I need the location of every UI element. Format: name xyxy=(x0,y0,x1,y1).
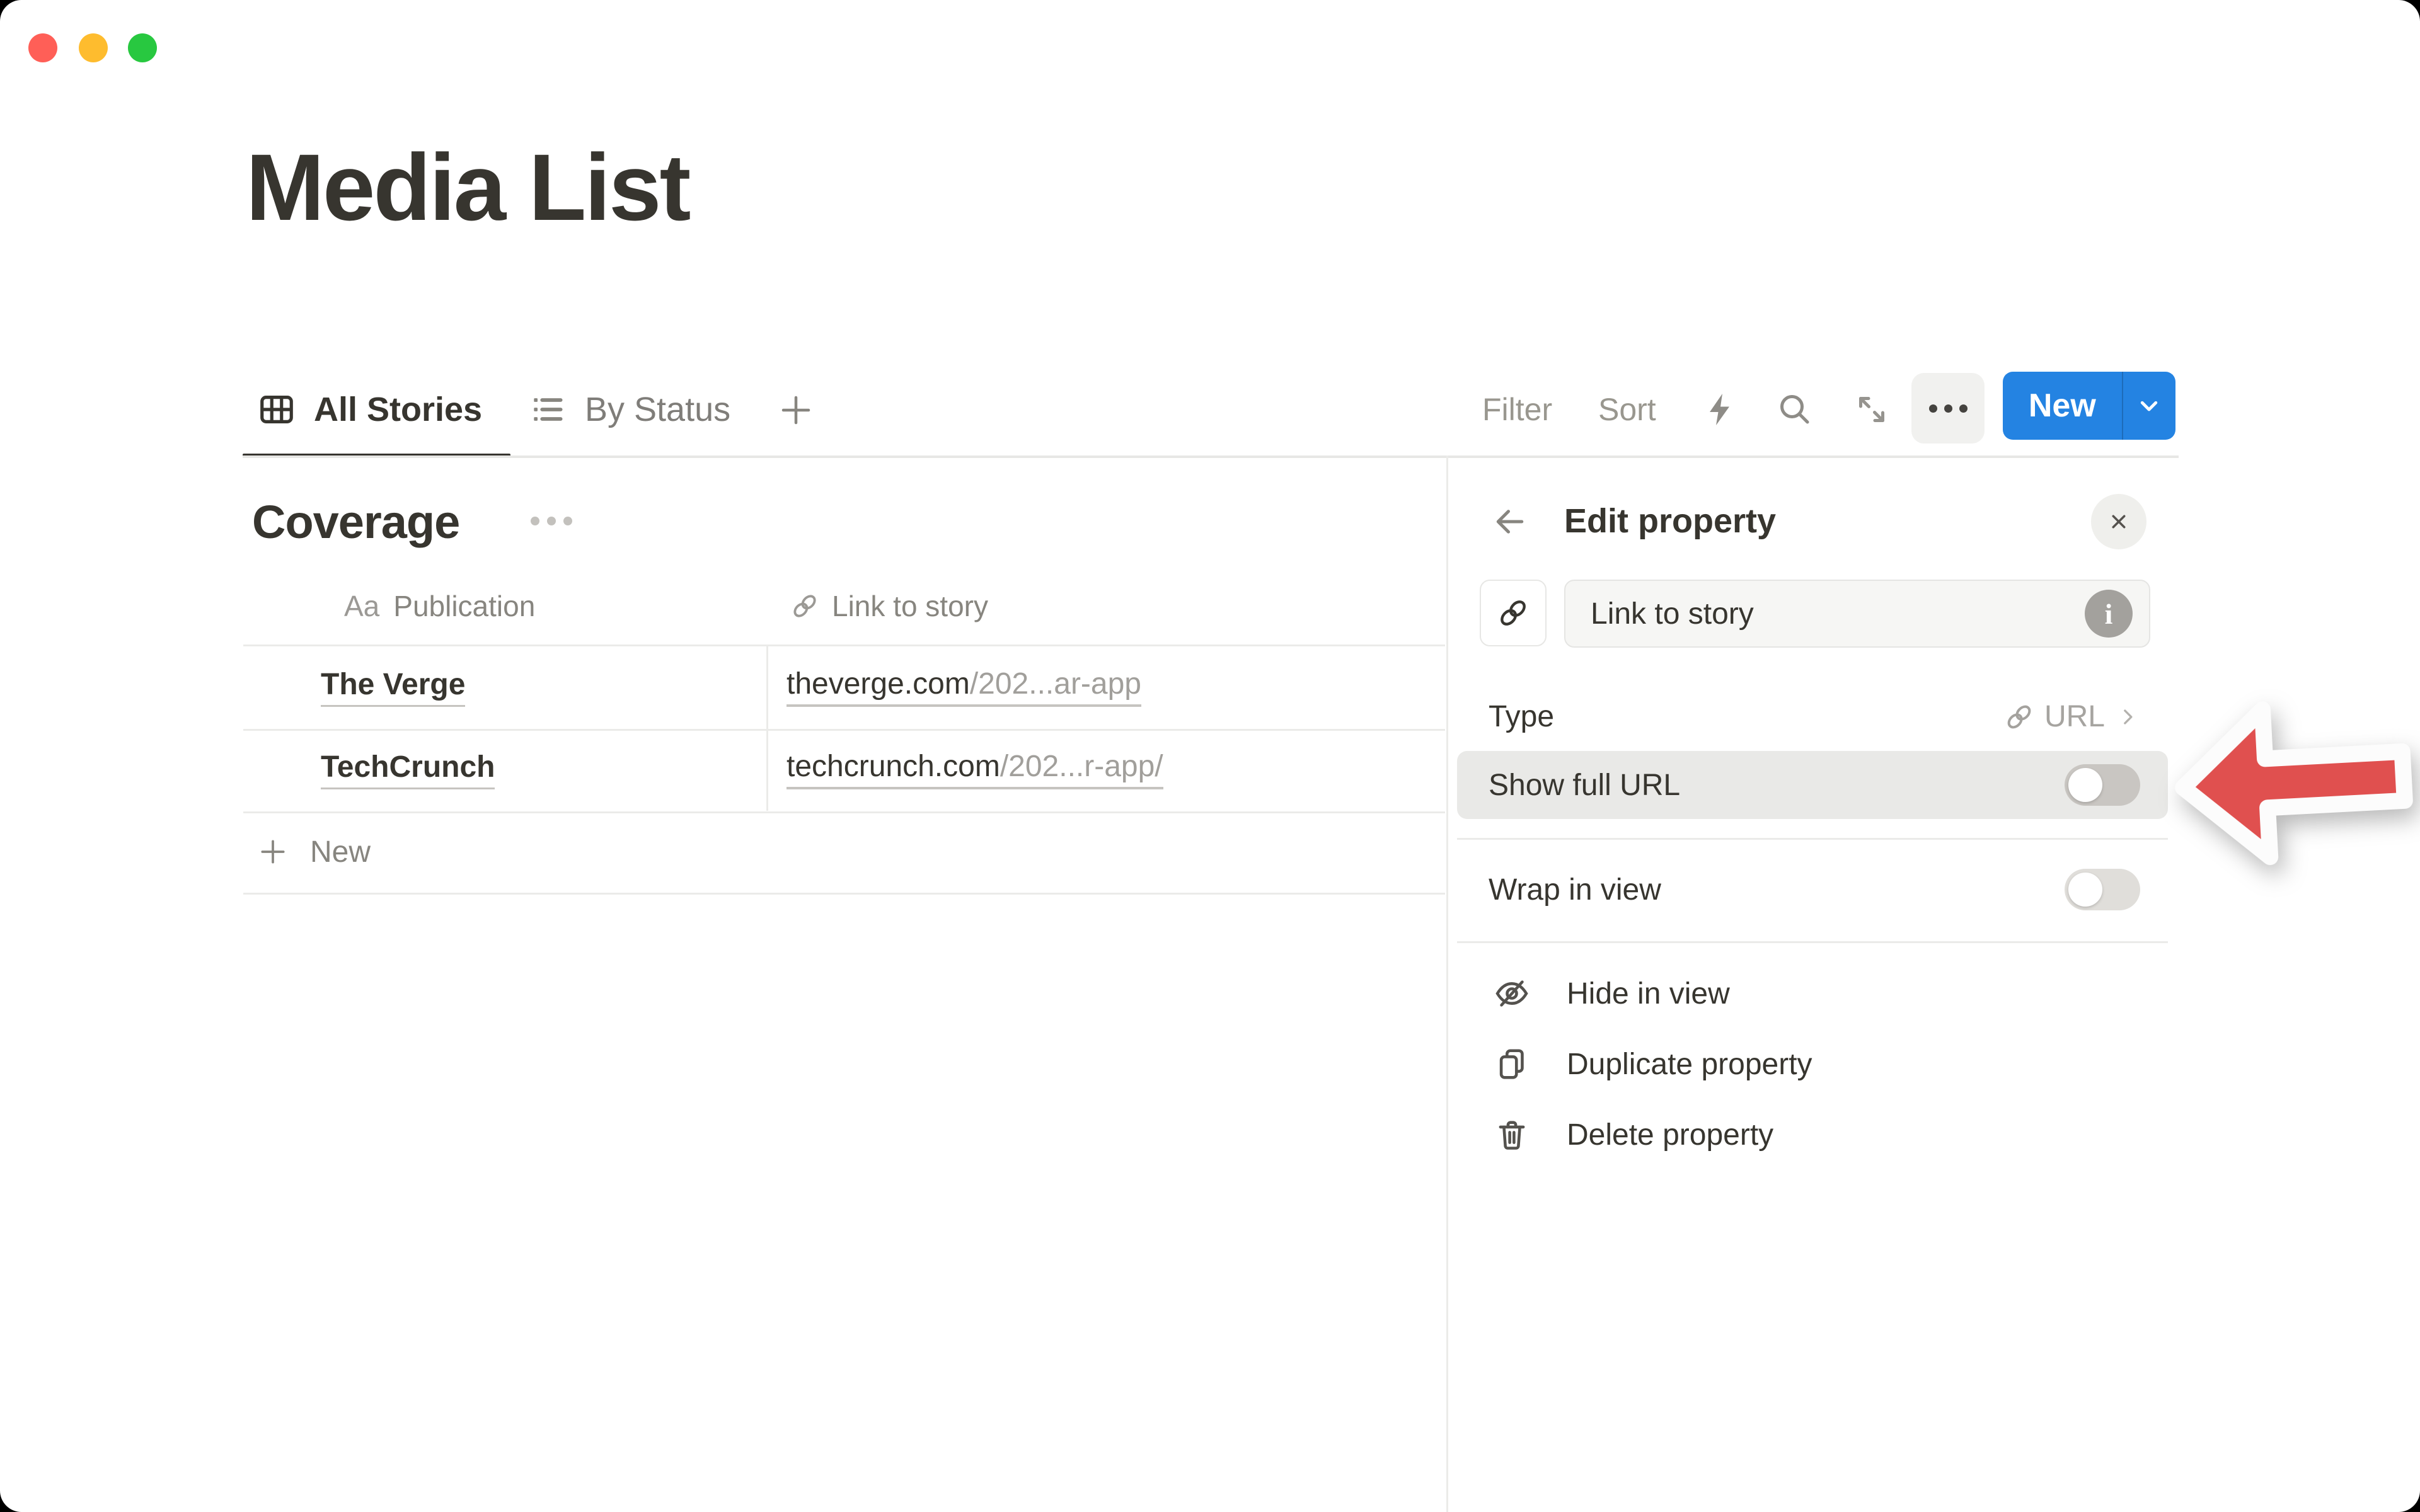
toggle-knob xyxy=(2068,768,2102,802)
url-domain: techcrunch.com xyxy=(786,750,1000,789)
menu-item-label: Delete property xyxy=(1567,1118,1773,1152)
table-row: TechCrunch techcrunch.com/202...r-app/ xyxy=(243,729,1445,813)
menu-item-delete-property[interactable]: Delete property xyxy=(1457,1099,2168,1170)
sort-button[interactable]: Sort xyxy=(1598,369,1656,450)
page-title: Media List xyxy=(246,140,689,234)
back-button arrow-left-icon[interactable] xyxy=(1491,503,1529,541)
lightning-icon[interactable] xyxy=(1702,391,1739,428)
toolbar-divider xyxy=(243,455,2179,458)
link-icon xyxy=(2004,702,2034,732)
new-button-group: New xyxy=(2003,372,2175,440)
section-more-button ellipsis-icon[interactable] xyxy=(531,517,572,525)
tab-by-status[interactable]: By Status xyxy=(528,369,730,450)
eye-off-icon xyxy=(1494,975,1530,1012)
expand-icon[interactable] xyxy=(1853,391,1891,428)
url-truncated: /202...ar-app xyxy=(970,667,1141,706)
cell-link-to-story[interactable]: theverge.com/202...ar-app xyxy=(786,646,1141,727)
property-icon-button[interactable] xyxy=(1480,580,1547,646)
type-label: Type xyxy=(1489,699,2004,734)
list-icon xyxy=(528,390,567,429)
duplicate-icon xyxy=(1494,1046,1530,1082)
new-dropdown-button[interactable] xyxy=(2122,372,2175,440)
app-window: Media List All Stories xyxy=(0,0,2420,1512)
url-truncated: /202...r-app/ xyxy=(1000,750,1163,789)
tab-label: All Stories xyxy=(314,390,482,429)
menu-item-label: Hide in view xyxy=(1567,976,1730,1011)
type-row[interactable]: Type URL xyxy=(1457,684,2168,750)
ellipsis-icon xyxy=(1929,404,1937,413)
table-header-row: Aa Publication Link to story xyxy=(243,567,1445,646)
table-row: The Verge theverge.com/202...ar-app xyxy=(243,646,1445,731)
new-row-label: New xyxy=(310,835,371,869)
property-name-input[interactable]: Link to story xyxy=(1564,580,2150,648)
table-icon xyxy=(257,390,296,429)
panel-divider xyxy=(1457,838,2168,840)
type-value: URL xyxy=(2004,699,2140,734)
cell-publication[interactable]: TechCrunch xyxy=(321,729,495,810)
filter-button[interactable]: Filter xyxy=(1482,369,1552,450)
more-options-button[interactable] xyxy=(1911,373,1985,444)
show-full-url-toggle[interactable] xyxy=(2065,764,2140,806)
show-full-url-row[interactable]: Show full URL xyxy=(1457,751,2168,819)
menu-item-duplicate-property[interactable]: Duplicate property xyxy=(1457,1029,2168,1099)
panel-left-border xyxy=(1446,455,1448,1512)
column-header-publication[interactable]: Aa Publication xyxy=(344,567,535,644)
type-value-text: URL xyxy=(2044,699,2105,734)
wrap-in-view-row[interactable]: Wrap in view xyxy=(1457,856,2168,924)
annotation-arrow-left-icon xyxy=(2169,685,2419,878)
close-button[interactable] xyxy=(2091,494,2146,549)
property-name-value: Link to story xyxy=(1591,597,2085,631)
add-view-button plus-icon[interactable] xyxy=(777,391,815,429)
new-button[interactable]: New xyxy=(2003,372,2122,440)
wrap-in-view-toggle[interactable] xyxy=(2065,869,2140,910)
menu-item-label: Duplicate property xyxy=(1567,1047,1812,1082)
column-label: Publication xyxy=(393,589,535,623)
close-icon xyxy=(2106,508,2132,535)
info-icon[interactable] xyxy=(2085,590,2133,638)
cell-link-to-story[interactable]: techcrunch.com/202...r-app/ xyxy=(786,729,1163,810)
url-domain: theverge.com xyxy=(786,667,970,706)
plus-icon xyxy=(257,836,289,868)
trash-icon xyxy=(1494,1116,1530,1153)
panel-divider xyxy=(1457,941,2168,943)
tab-label: By Status xyxy=(585,390,730,429)
database-toolbar: Filter Sort New xyxy=(1449,369,2181,450)
text-icon: Aa xyxy=(344,589,379,623)
new-row-button[interactable]: New xyxy=(243,811,1445,895)
column-label: Link to story xyxy=(832,589,988,623)
cell-publication[interactable]: The Verge xyxy=(321,646,465,727)
toggle-knob xyxy=(2068,873,2102,907)
panel-title: Edit property xyxy=(1564,501,1776,541)
chevron-down-icon xyxy=(2133,389,2165,422)
chevron-right-icon xyxy=(2115,704,2140,730)
column-header-link-to-story[interactable]: Link to story xyxy=(790,567,988,644)
traffic-light-close-button[interactable] xyxy=(28,33,57,62)
show-full-url-label: Show full URL xyxy=(1489,768,2065,803)
link-icon xyxy=(790,592,819,621)
traffic-light-zoom-button[interactable] xyxy=(128,33,157,62)
section-title: Coverage xyxy=(252,495,459,549)
menu-item-hide-in-view[interactable]: Hide in view xyxy=(1457,958,2168,1029)
link-icon xyxy=(1497,597,1530,629)
tab-all-stories[interactable]: All Stories xyxy=(257,369,482,450)
traffic-light-minimize-button[interactable] xyxy=(79,33,108,62)
wrap-in-view-label: Wrap in view xyxy=(1489,873,2065,907)
search-icon[interactable] xyxy=(1776,391,1814,428)
